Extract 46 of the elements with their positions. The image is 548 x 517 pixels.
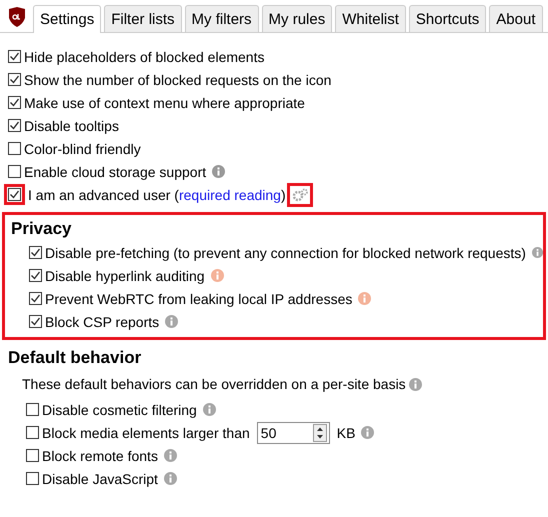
- tab[interactable]: My filters: [184, 5, 259, 32]
- option-label: Block media elements larger than: [42, 424, 250, 440]
- checkbox[interactable]: [26, 472, 39, 485]
- tab[interactable]: My rules: [262, 5, 332, 32]
- checkbox[interactable]: [26, 403, 39, 416]
- section-heading: Default behavior: [8, 347, 142, 369]
- checkbox[interactable]: [29, 269, 42, 282]
- section-heading: Privacy: [11, 218, 72, 240]
- spinner-icon[interactable]: [312, 424, 327, 442]
- checkbox[interactable]: [29, 292, 42, 305]
- checkbox[interactable]: [8, 188, 21, 201]
- info-icon[interactable]: [212, 165, 226, 178]
- option-label: Disable cosmetic filtering: [42, 402, 197, 418]
- tab[interactable]: Whitelist: [335, 5, 406, 32]
- option-label: Disable tooltips: [24, 118, 119, 134]
- tab[interactable]: Shortcuts: [408, 5, 486, 32]
- option-label: Show the number of blocked requests on the icon: [24, 72, 332, 88]
- checkbox[interactable]: [29, 246, 42, 259]
- option-label: Hide placeholders of blocked elements: [24, 48, 264, 64]
- unit-label: KB: [336, 424, 356, 440]
- checkbox[interactable]: [8, 165, 21, 178]
- checkbox[interactable]: [8, 96, 21, 109]
- option-label: Color-blind friendly: [24, 140, 141, 156]
- description-text: These default behaviors can be overridden on a per-site basis: [22, 376, 406, 392]
- option-label: Disable pre-fetching (to prevent any connection for blocked network requests): [45, 244, 526, 260]
- option-label: Block CSP reports: [45, 314, 160, 330]
- required-reading-link[interactable]: required reading: [178, 186, 281, 202]
- option-label: Disable JavaScript: [42, 470, 158, 486]
- checkbox[interactable]: [8, 50, 21, 63]
- checkbox[interactable]: [26, 426, 39, 439]
- option-label: Enable cloud storage support: [24, 164, 206, 180]
- option-label: Block remote fonts: [42, 448, 158, 464]
- option-label: Prevent WebRTC from leaking local IP addresses: [45, 290, 352, 306]
- option-label: Make use of context menu where appropriate: [24, 94, 305, 110]
- checkbox[interactable]: [26, 449, 39, 462]
- checkbox[interactable]: [8, 119, 21, 132]
- tab[interactable]: Settings: [33, 5, 102, 33]
- checkbox[interactable]: [8, 73, 21, 86]
- checkbox[interactable]: [29, 315, 42, 328]
- checkbox[interactable]: [8, 142, 21, 155]
- option-label: I am an advanced user (required reading): [28, 186, 286, 202]
- number-field[interactable]: 50: [256, 422, 330, 444]
- shield-logo-icon: [8, 7, 26, 27]
- tab[interactable]: Filter lists: [104, 5, 182, 32]
- option-label: Disable hyperlink auditing: [45, 268, 205, 284]
- tab[interactable]: About: [489, 5, 542, 32]
